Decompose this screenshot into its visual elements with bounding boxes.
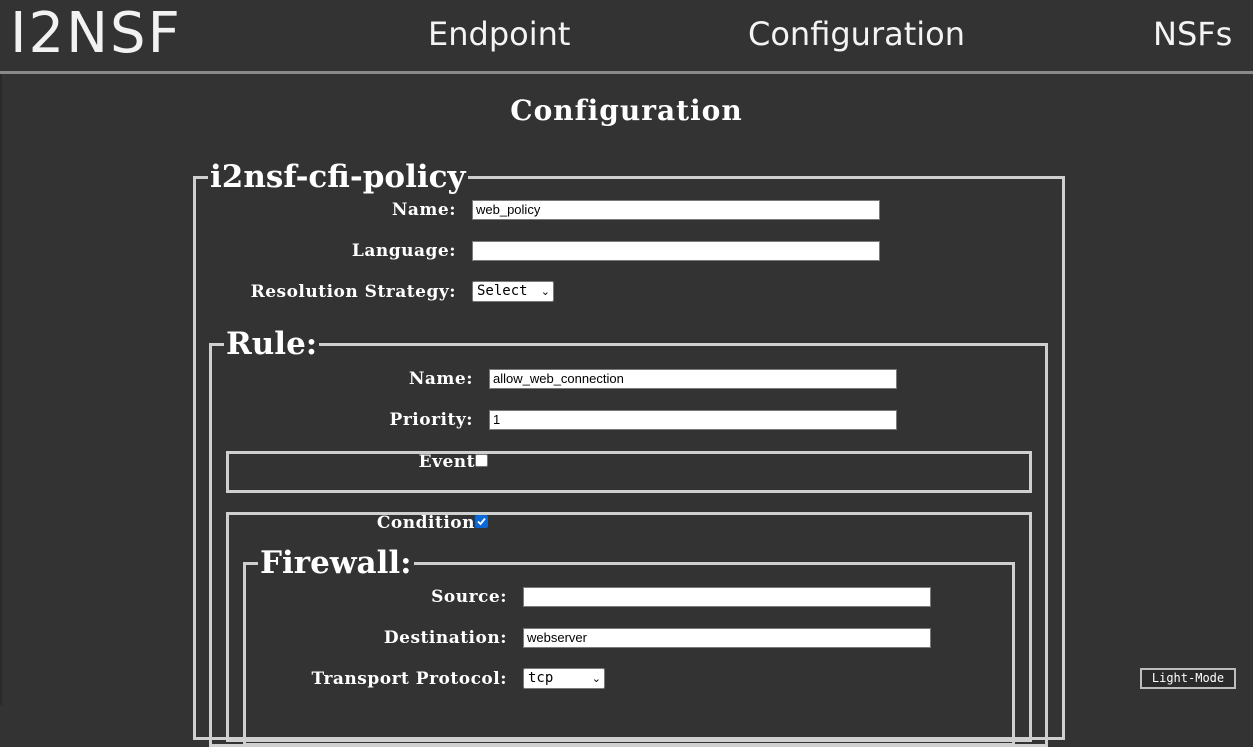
policy-legend: i2nsf-cfi-policy bbox=[210, 159, 466, 195]
resolution-strategy-label: Resolution Strategy: bbox=[250, 282, 456, 302]
condition-label: Condition bbox=[376, 513, 475, 533]
light-mode-button[interactable]: Light-Mode bbox=[1140, 668, 1236, 689]
rule-priority-label: Priority: bbox=[389, 410, 473, 430]
page-title: Configuration bbox=[510, 94, 743, 127]
top-navigation-bar: I2NSF Endpoint Configuration NSFs bbox=[0, 0, 1253, 74]
source-label: Source: bbox=[431, 587, 507, 607]
destination-label: Destination: bbox=[383, 628, 507, 648]
nav-configuration[interactable]: Configuration bbox=[748, 14, 965, 54]
nav-endpoint[interactable]: Endpoint bbox=[428, 14, 570, 54]
transport-protocol-select[interactable]: tcp ⌄ bbox=[523, 668, 605, 689]
event-checkbox[interactable] bbox=[475, 454, 488, 467]
logo: I2NSF bbox=[10, 1, 182, 66]
firewall-legend: Firewall: bbox=[260, 545, 412, 581]
chevron-down-icon: ⌄ bbox=[540, 285, 550, 298]
rule-legend: Rule: bbox=[226, 326, 318, 362]
policy-language-input[interactable] bbox=[472, 241, 880, 261]
check-icon bbox=[477, 517, 486, 526]
transport-protocol-value: tcp bbox=[528, 670, 554, 686]
rule-name-input[interactable]: allow_web_connection bbox=[489, 369, 897, 389]
event-fieldset bbox=[226, 451, 1032, 493]
rule-name-label: Name: bbox=[408, 369, 473, 389]
resolution-strategy-select[interactable]: Select ⌄ bbox=[472, 281, 554, 302]
policy-language-label: Language: bbox=[351, 241, 456, 261]
rule-priority-input[interactable]: 1 bbox=[489, 410, 897, 430]
condition-checkbox[interactable] bbox=[475, 515, 488, 528]
policy-name-input[interactable]: web_policy bbox=[472, 200, 880, 220]
destination-input[interactable]: webserver bbox=[523, 628, 931, 648]
source-input[interactable] bbox=[523, 587, 931, 607]
transport-protocol-label: Transport Protocol: bbox=[311, 669, 507, 689]
nav-nsfs[interactable]: NSFs bbox=[1153, 14, 1232, 54]
policy-name-label: Name: bbox=[391, 200, 456, 220]
event-label: Event bbox=[418, 452, 475, 472]
resolution-strategy-value: Select bbox=[477, 283, 528, 299]
chevron-down-icon: ⌄ bbox=[591, 672, 601, 685]
